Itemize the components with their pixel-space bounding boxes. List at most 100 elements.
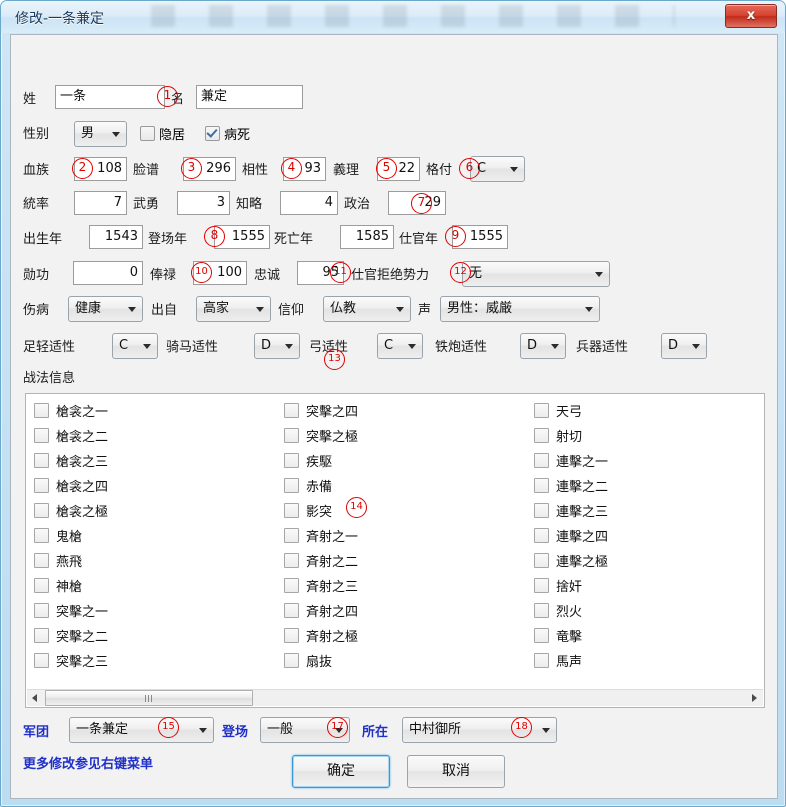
tactics-item[interactable]: 疾駆 — [276, 450, 516, 475]
tactics-item[interactable]: 燕飛 — [26, 550, 266, 575]
tactics-item[interactable]: 馬声 — [526, 650, 766, 675]
weapon-select[interactable]: D — [661, 333, 707, 359]
tactics-item[interactable]: 突擊之二 — [26, 625, 266, 650]
checkbox-box — [534, 453, 549, 468]
tactics-item[interactable]: 突擊之一 — [26, 600, 266, 625]
checkbox-box — [284, 453, 299, 468]
tactics-item-label: 槍衾之極 — [56, 505, 109, 520]
tactics-item[interactable]: 槍衾之四 — [26, 475, 266, 500]
tactics-item[interactable]: 突擊之四 — [276, 400, 516, 425]
refuse-select[interactable]: 无 — [462, 261, 610, 287]
birth-input[interactable]: 1543 — [89, 225, 143, 249]
tactics-column-2: 突擊之四 突擊之極 疾駆 赤備 影突 斉射之一 斉射之二 斉射之三 斉射之四 斉射之極 扇抜 — [276, 400, 516, 675]
appear-value: 一般 — [267, 722, 294, 737]
loyaltycode-input[interactable]: 22 — [377, 157, 420, 181]
checkbox-box — [534, 478, 549, 493]
rank-value: C — [477, 161, 487, 176]
tactics-item[interactable]: 連擊之四 — [526, 525, 766, 550]
faith-select[interactable]: 仏教 — [323, 296, 411, 322]
loyalty-input[interactable]: 95 — [297, 261, 344, 285]
chevron-down-icon — [143, 344, 151, 349]
scroll-right-icon[interactable] — [746, 690, 763, 706]
origin-select[interactable]: 高家 — [196, 296, 271, 322]
tactics-item[interactable]: 扇抜 — [276, 650, 516, 675]
chevron-down-icon — [551, 344, 559, 349]
tactics-item[interactable]: 槍衾之一 — [26, 400, 266, 425]
ok-button[interactable]: 确定 — [292, 755, 390, 788]
leadership-input[interactable]: 7 — [74, 191, 127, 215]
appear-select[interactable]: 一般 — [260, 717, 350, 743]
chevron-down-icon — [335, 728, 343, 733]
location-select[interactable]: 中村御所 — [402, 717, 557, 743]
injury-select[interactable]: 健康 — [68, 296, 143, 322]
dialog-client-area: 姓 一条 名 兼定 性别 男 隐居 病死 血族 108 脸谱 296 相性 93… — [10, 34, 778, 799]
tactics-item[interactable]: 烈火 — [526, 600, 766, 625]
tactics-item[interactable]: 竜擊 — [526, 625, 766, 650]
chevron-down-icon — [510, 167, 518, 172]
tactics-item[interactable]: 影突 — [276, 500, 516, 525]
tactics-item[interactable]: 赤備 — [276, 475, 516, 500]
tactics-item[interactable]: 斉射之極 — [276, 625, 516, 650]
tactics-item[interactable]: 槍衾之極 — [26, 500, 266, 525]
checkbox-box — [34, 628, 49, 643]
ashigaru-select[interactable]: C — [112, 333, 158, 359]
merit-input[interactable]: 0 — [73, 261, 143, 285]
debut-input[interactable]: 1555 — [214, 225, 270, 249]
tactics-item[interactable]: 連擊之一 — [526, 450, 766, 475]
tactics-item[interactable]: 連擊之三 — [526, 500, 766, 525]
illdeath-checkbox[interactable]: 病死 — [205, 126, 250, 144]
tactics-item[interactable]: 連擊之二 — [526, 475, 766, 500]
tactics-item-label: 槍衾之三 — [56, 455, 109, 470]
tactics-item[interactable]: 槍衾之二 — [26, 425, 266, 450]
gender-select[interactable]: 男 — [74, 121, 127, 147]
death-input[interactable]: 1585 — [340, 225, 394, 249]
origin-value: 高家 — [203, 301, 230, 316]
checkbox-box — [284, 428, 299, 443]
service-input[interactable]: 1555 — [452, 225, 508, 249]
checkbox-box — [284, 553, 299, 568]
tactics-item[interactable]: 突擊之三 — [26, 650, 266, 675]
close-icon[interactable]: x — [725, 4, 777, 28]
givenname-input[interactable]: 兼定 — [196, 85, 303, 109]
tactics-item[interactable]: 斉射之二 — [276, 550, 516, 575]
tactics-item[interactable]: 鬼槍 — [26, 525, 266, 550]
checkbox-box — [534, 653, 549, 668]
corps-select[interactable]: 一条兼定 — [69, 717, 214, 743]
tactics-item[interactable]: 連擊之極 — [526, 550, 766, 575]
cancel-button[interactable]: 取消 — [407, 755, 505, 788]
chevron-down-icon — [199, 728, 207, 733]
intellect-input[interactable]: 4 — [280, 191, 338, 215]
tactics-item[interactable]: 天弓 — [526, 400, 766, 425]
tactics-item[interactable]: 突擊之極 — [276, 425, 516, 450]
checkbox-box — [34, 403, 49, 418]
surname-input[interactable]: 一条 — [55, 85, 165, 109]
tactics-item[interactable]: 斉射之三 — [276, 575, 516, 600]
tactics-item[interactable]: 槍衾之三 — [26, 450, 266, 475]
checkbox-box — [284, 528, 299, 543]
gun-select[interactable]: D — [520, 333, 566, 359]
tactics-item[interactable]: 斉射之四 — [276, 600, 516, 625]
affinity-label: 相性 — [242, 163, 269, 178]
bloodline-input[interactable]: 108 — [74, 157, 127, 181]
cavalry-select[interactable]: D — [254, 333, 300, 359]
valor-input[interactable]: 3 — [177, 191, 230, 215]
tactics-item[interactable]: 射切 — [526, 425, 766, 450]
scrollbar-thumb[interactable] — [45, 690, 253, 706]
scroll-left-icon[interactable] — [27, 690, 44, 706]
rank-select[interactable]: C — [470, 156, 525, 182]
horizontal-scrollbar[interactable] — [27, 689, 763, 706]
face-input[interactable]: 296 — [183, 157, 236, 181]
loyaltycode-label: 義理 — [333, 163, 360, 178]
tactics-column-3: 天弓 射切 連擊之一 連擊之二 連擊之三 連擊之四 連擊之極 捨奸 烈火 竜擊 馬声 — [526, 400, 766, 675]
tactics-item[interactable]: 斉射之一 — [276, 525, 516, 550]
tactics-item[interactable]: 神槍 — [26, 575, 266, 600]
title-bar[interactable]: 修改-一条兼定 x — [1, 1, 785, 33]
bow-select[interactable]: C — [377, 333, 423, 359]
affinity-input[interactable]: 93 — [283, 157, 326, 181]
tactics-list[interactable]: 槍衾之一 槍衾之二槍衾之三槍衾之四槍衾之極鬼槍 燕飛 神槍 突擊之一 突擊之二 突擊之三 突… — [25, 393, 765, 708]
voice-select[interactable]: 男性：威厳 — [440, 296, 600, 322]
hermit-checkbox[interactable]: 隐居 — [140, 126, 185, 144]
tactics-item[interactable]: 捨奸 — [526, 575, 766, 600]
politics-input[interactable]: 29 — [388, 191, 446, 215]
salary-input[interactable]: 100 — [193, 261, 247, 285]
